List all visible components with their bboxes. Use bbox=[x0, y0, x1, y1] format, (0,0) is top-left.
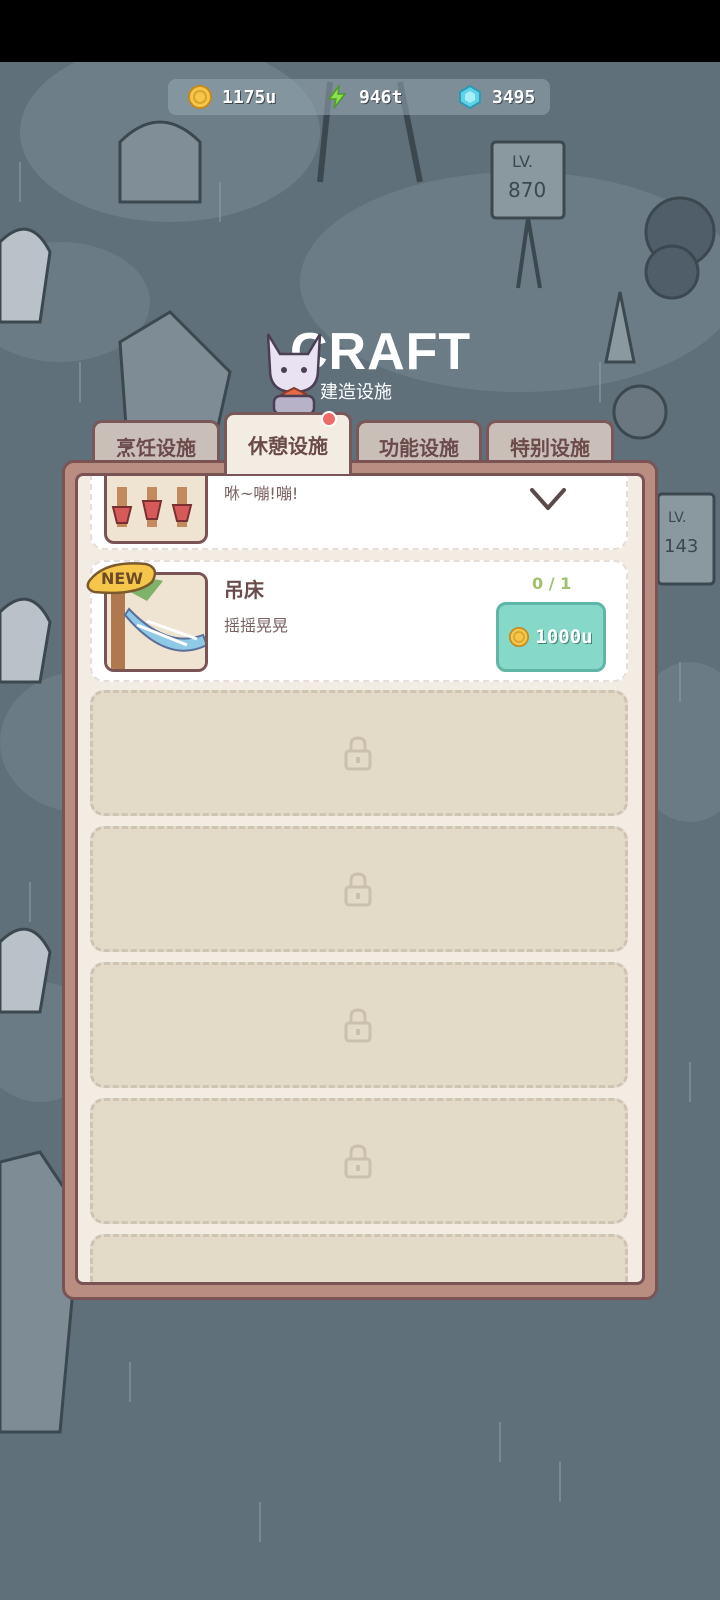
locked-slot bbox=[90, 826, 628, 952]
coin-icon bbox=[188, 85, 212, 109]
cat-mascot-icon bbox=[266, 333, 322, 414]
lock-icon bbox=[344, 1144, 372, 1179]
sign-level-number-2: 143 bbox=[664, 536, 698, 557]
tab-label: 烹饪设施 bbox=[116, 436, 196, 460]
new-badge: NEW bbox=[86, 562, 157, 595]
energy-amount: 946t bbox=[359, 86, 403, 108]
item-name: 吊床 bbox=[224, 578, 264, 602]
gem-counter: 3495 bbox=[458, 79, 535, 115]
tab-rest[interactable]: 休憩设施 bbox=[224, 411, 352, 474]
new-badge-label: NEW bbox=[101, 569, 143, 588]
lock-icon bbox=[344, 736, 372, 771]
status-bar bbox=[0, 0, 720, 62]
sign-lv-label-2: LV. bbox=[668, 510, 686, 526]
sign-lv-label: LV. bbox=[512, 152, 533, 171]
coin-amount: 1175u bbox=[222, 86, 277, 108]
gem-amount: 3495 bbox=[492, 86, 536, 108]
item-description: 摇摇晃晃 bbox=[224, 616, 289, 635]
lightning-icon bbox=[327, 85, 347, 109]
notification-dot bbox=[321, 411, 337, 427]
locked-slot bbox=[90, 1098, 628, 1224]
item-thumbnail bbox=[104, 476, 208, 544]
locked-slot bbox=[90, 1234, 628, 1282]
locked-slot bbox=[90, 690, 628, 816]
tab-label: 休憩设施 bbox=[248, 434, 328, 458]
check-icon bbox=[530, 488, 566, 510]
craft-panel: 咻~嘣!嘣! NEW 吊床 摇摇晃晃 0 / 1 1000u bbox=[62, 460, 658, 1300]
list-item[interactable]: 咻~嘣!嘣! bbox=[90, 476, 628, 550]
price-label: 1000u bbox=[535, 626, 593, 648]
item-list[interactable]: 咻~嘣!嘣! NEW 吊床 摇摇晃晃 0 / 1 1000u bbox=[75, 473, 645, 1285]
tab-label: 特别设施 bbox=[510, 436, 590, 460]
sign-level-number: 870 bbox=[508, 178, 546, 202]
coin-icon bbox=[509, 627, 530, 647]
coin-counter: 1175u bbox=[188, 79, 276, 115]
item-description: 咻~嘣!嘣! bbox=[224, 484, 299, 503]
energy-counter: 946t bbox=[325, 79, 402, 115]
fireworks-icon bbox=[111, 487, 193, 527]
page-subtitle: 建造设施 bbox=[320, 382, 392, 403]
tab-label: 功能设施 bbox=[379, 436, 459, 460]
list-item-hammock[interactable]: NEW 吊床 摇摇晃晃 0 / 1 1000u bbox=[86, 560, 628, 682]
lock-icon bbox=[344, 872, 372, 907]
gem-icon bbox=[459, 85, 481, 109]
item-count: 0 / 1 bbox=[532, 574, 572, 593]
locked-slot bbox=[90, 962, 628, 1088]
buy-button[interactable]: 1000u bbox=[496, 602, 606, 672]
lock-icon bbox=[344, 1008, 372, 1043]
currency-bar: 1175u 946t 3495 bbox=[168, 79, 550, 115]
